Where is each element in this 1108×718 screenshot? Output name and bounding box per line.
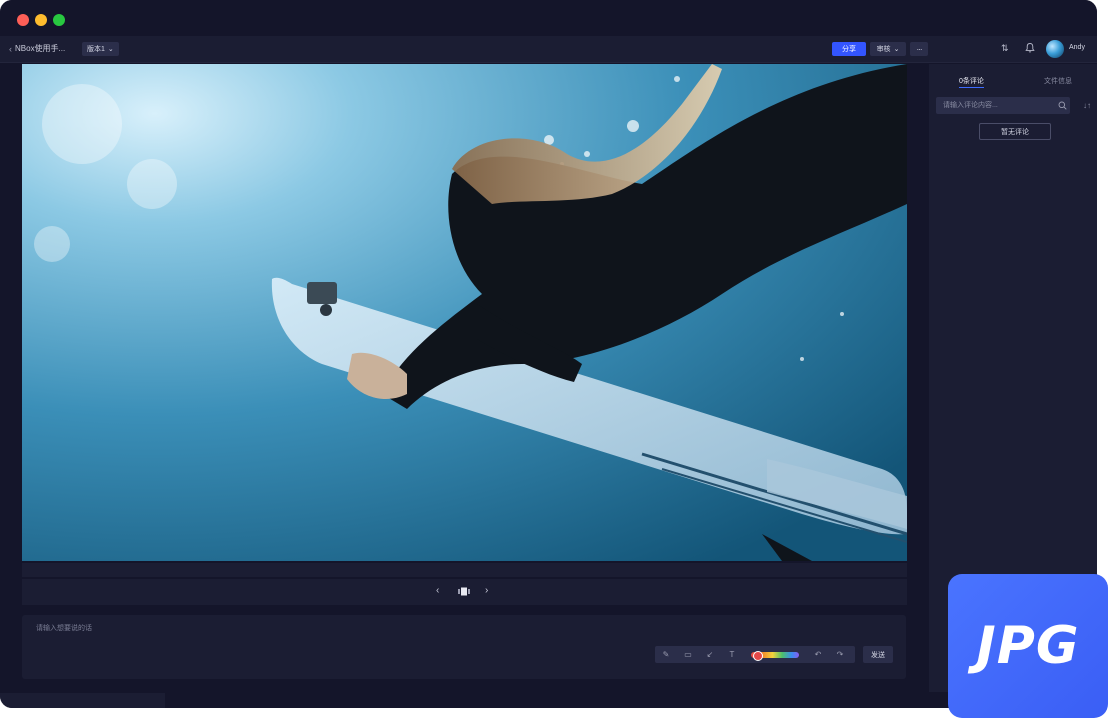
arrow-icon[interactable]: ↙ (699, 646, 721, 663)
tab-comments-label: 0条评论 (959, 78, 984, 85)
maximize-window-button[interactable] (53, 14, 65, 26)
version-label: 版本1 (87, 46, 105, 53)
redo-icon[interactable]: ↷ (829, 646, 851, 663)
search-input[interactable] (936, 97, 1056, 114)
app-window: ‹ NBox使用手... 版本1 ⌄ 分享 审核 ⌄ ··· ⇅ Andy ‹ … (0, 0, 1097, 708)
back-link[interactable]: ‹ NBox使用手... (9, 43, 65, 54)
annotation-toolbar: ✎ ▭ ↙ T ↶ ↷ (655, 646, 855, 663)
empty-comments-label: 暂无评论 (979, 123, 1051, 140)
chevron-down-icon: ⌄ (107, 46, 114, 53)
username: Andy (1069, 44, 1085, 51)
sort-icon[interactable]: ⇅ (1001, 43, 1009, 54)
title-bar (0, 0, 1097, 36)
avatar[interactable] (1046, 40, 1064, 58)
project-title: NBox使用手... (15, 44, 66, 53)
undo-icon[interactable]: ↶ (807, 646, 829, 663)
tab-comments[interactable]: 0条评论 (959, 76, 984, 88)
color-picker[interactable] (751, 650, 799, 661)
previous-icon[interactable]: ‹ (436, 585, 439, 596)
image-viewer[interactable] (22, 64, 907, 561)
share-button[interactable]: 分享 (832, 42, 866, 56)
review-label: 审核 (876, 46, 891, 53)
status-strip (0, 693, 165, 708)
more-button[interactable]: ··· (910, 42, 928, 56)
send-button[interactable]: 发送 (863, 646, 893, 663)
sort-order-icon[interactable]: ↓↑ (1083, 101, 1091, 110)
close-window-button[interactable] (17, 14, 29, 26)
version-select[interactable]: 版本1 ⌄ (82, 42, 119, 56)
top-toolbar: ‹ NBox使用手... 版本1 ⌄ 分享 审核 ⌄ ··· ⇅ Andy (0, 36, 1097, 63)
comment-composer[interactable]: 请输入想要说的话 ✎ ▭ ↙ T ↶ ↷ 发送 (22, 615, 906, 679)
minimize-window-button[interactable] (35, 14, 47, 26)
active-tab-indicator (959, 87, 984, 88)
preview-image (22, 64, 907, 561)
file-type-label: JPG (976, 616, 1080, 676)
tab-file-info[interactable]: 文件信息 (1044, 76, 1072, 86)
next-icon[interactable]: › (485, 585, 488, 596)
review-button[interactable]: 审核 ⌄ (870, 42, 906, 56)
pen-icon[interactable]: ✎ (655, 646, 677, 663)
bell-icon[interactable] (1024, 42, 1036, 54)
comment-input[interactable]: 请输入想要说的话 (36, 623, 92, 633)
chevron-left-icon: ‹ (9, 43, 12, 54)
search-icon[interactable] (1058, 101, 1067, 110)
file-type-badge: JPG (948, 574, 1108, 718)
frame-icon[interactable] (458, 587, 470, 596)
text-icon[interactable]: T (721, 646, 743, 663)
comment-search (936, 97, 1070, 114)
rectangle-icon[interactable]: ▭ (677, 646, 699, 663)
image-nav-bar: ‹ › (22, 579, 907, 605)
chevron-down-icon: ⌄ (893, 46, 900, 53)
timeline-strip[interactable] (22, 563, 907, 577)
